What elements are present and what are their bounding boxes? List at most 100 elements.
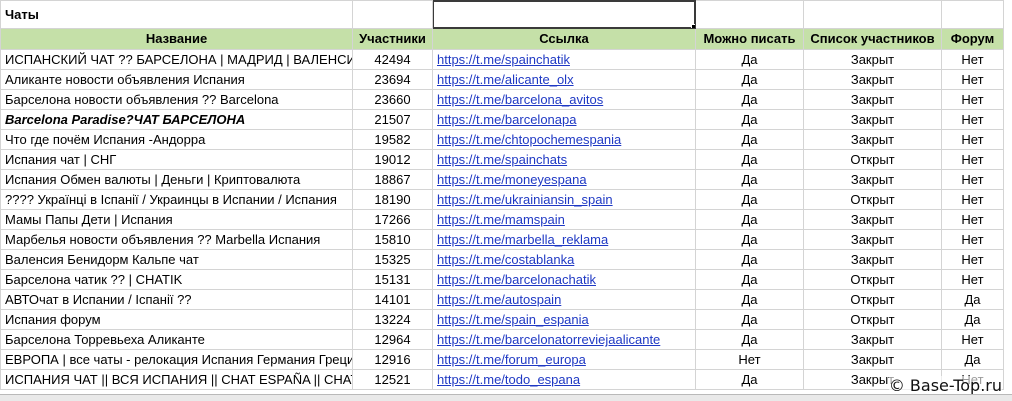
cell-members[interactable]: 12521 [352,369,433,390]
header-name[interactable]: Название [0,28,353,50]
cell-name[interactable]: Barcelona Paradise?ЧАТ БАРСЕЛОНА [0,109,353,130]
cell-members[interactable]: 21507 [352,109,433,130]
telegram-link[interactable]: https://t.me/barcelonapa [437,112,576,127]
cell-forum[interactable]: Нет [941,169,1004,190]
cell-link[interactable]: https://t.me/barcelonapa [432,109,696,130]
cell-members[interactable]: 15810 [352,229,433,250]
cell-members[interactable]: 42494 [352,49,433,70]
cell-members-list[interactable]: Закрыт [803,229,942,250]
cell-forum[interactable]: Нет [941,49,1004,70]
selected-cell[interactable] [432,0,696,29]
cell-link[interactable]: https://t.me/spainchatik [432,49,696,70]
cell-link[interactable]: https://t.me/spainchats [432,149,696,170]
cell-can-write[interactable]: Да [695,149,804,170]
cell-link[interactable]: https://t.me/barcelonachatik [432,269,696,290]
cell-members-list[interactable]: Закрыт [803,109,942,130]
cell-members[interactable]: 17266 [352,209,433,230]
cell-can-write[interactable]: Да [695,169,804,190]
telegram-link[interactable]: https://t.me/spainchatik [437,52,570,67]
cell-members[interactable]: 19582 [352,129,433,150]
cell-forum[interactable]: Да [941,289,1004,310]
header-link[interactable]: Ссылка [432,28,696,50]
cell-members-list[interactable]: Открыт [803,269,942,290]
header-members[interactable]: Участники [352,28,433,50]
cell-can-write[interactable]: Да [695,309,804,330]
sheet-title[interactable]: Чаты [0,0,353,29]
cell-can-write[interactable]: Да [695,69,804,90]
cell-name[interactable]: Аликанте новости объявления Испания [0,69,353,90]
empty-cell[interactable] [695,0,804,29]
cell-forum[interactable]: Нет [941,129,1004,150]
cell-name[interactable]: Мамы Папы Дети | Испания [0,209,353,230]
cell-forum[interactable]: Нет [941,329,1004,350]
cell-can-write[interactable]: Нет [695,349,804,370]
telegram-link[interactable]: https://t.me/barcelonatorreviejaalicante [437,332,660,347]
cell-can-write[interactable]: Да [695,269,804,290]
cell-forum[interactable]: Нет [941,69,1004,90]
cell-members-list[interactable]: Закрыт [803,249,942,270]
cell-forum[interactable]: Нет [941,189,1004,210]
cell-forum[interactable]: Да [941,309,1004,330]
cell-forum[interactable]: Нет [941,269,1004,290]
cell-name[interactable]: ИСПАНИЯ ЧАТ || ВСЯ ИСПАНИЯ || CHAT ESPAÑ… [0,369,353,390]
empty-cell[interactable] [803,0,942,29]
cell-can-write[interactable]: Да [695,89,804,110]
cell-forum[interactable]: Нет [941,109,1004,130]
cell-members-list[interactable]: Закрыт [803,89,942,110]
cell-members[interactable]: 12964 [352,329,433,350]
cell-can-write[interactable]: Да [695,129,804,150]
sheet-tab-strip[interactable] [0,394,1012,401]
cell-name[interactable]: Барселона новости объявления ?? Barcelon… [0,89,353,110]
cell-members-list[interactable]: Закрыт [803,209,942,230]
cell-forum[interactable]: Нет [941,249,1004,270]
telegram-link[interactable]: https://t.me/ukrainiansin_spain [437,192,613,207]
cell-name[interactable]: Испания чат | СНГ [0,149,353,170]
cell-forum[interactable]: Да [941,349,1004,370]
cell-members-list[interactable]: Открыт [803,309,942,330]
cell-link[interactable]: https://t.me/barcelonatorreviejaalicante [432,329,696,350]
cell-can-write[interactable]: Да [695,209,804,230]
header-can-write[interactable]: Можно писать [695,28,804,50]
cell-members[interactable]: 12916 [352,349,433,370]
cell-link[interactable]: https://t.me/alicante_olx [432,69,696,90]
cell-members[interactable]: 23660 [352,89,433,110]
cell-can-write[interactable]: Да [695,189,804,210]
cell-name[interactable]: ЕВРОПА | все чаты - релокация Испания Ге… [0,349,353,370]
cell-forum[interactable]: Нет [941,89,1004,110]
cell-link[interactable]: https://t.me/ukrainiansin_spain [432,189,696,210]
cell-name[interactable]: Барселона чатик ?? | CHATIK [0,269,353,290]
telegram-link[interactable]: https://t.me/marbella_reklama [437,232,608,247]
cell-name[interactable]: Что где почём Испания -Андорра [0,129,353,150]
cell-link[interactable]: https://t.me/barcelona_avitos [432,89,696,110]
cell-members-list[interactable]: Открыт [803,189,942,210]
cell-forum[interactable]: Нет [941,229,1004,250]
telegram-link[interactable]: https://t.me/spain_espania [437,312,589,327]
cell-link[interactable]: https://t.me/todo_espana [432,369,696,390]
cell-members[interactable]: 19012 [352,149,433,170]
cell-name[interactable]: Испания Обмен валюты | Деньги | Криптова… [0,169,353,190]
cell-members[interactable]: 13224 [352,309,433,330]
cell-can-write[interactable]: Да [695,249,804,270]
telegram-link[interactable]: https://t.me/spainchats [437,152,567,167]
telegram-link[interactable]: https://t.me/barcelona_avitos [437,92,603,107]
spreadsheet-grid[interactable]: Чаты Название Участники Ссылка Можно пис… [0,0,1004,390]
cell-can-write[interactable]: Да [695,289,804,310]
telegram-link[interactable]: https://t.me/costablanka [437,252,574,267]
cell-forum[interactable]: Нет [941,149,1004,170]
cell-link[interactable]: https://t.me/autospain [432,289,696,310]
header-members-list[interactable]: Список участников [803,28,942,50]
cell-name[interactable]: АВТОчат в Испании / Іспанії ?? [0,289,353,310]
cell-link[interactable]: https://t.me/moneyespana [432,169,696,190]
cell-forum[interactable]: Нет [941,209,1004,230]
cell-members-list[interactable]: Закрыт [803,329,942,350]
cell-members-list[interactable]: Открыт [803,289,942,310]
cell-can-write[interactable]: Да [695,369,804,390]
cell-name[interactable]: Марбелья новости объявления ?? Marbella … [0,229,353,250]
cell-members[interactable]: 18190 [352,189,433,210]
cell-name[interactable]: Валенсия Бенидорм Кальпе чат [0,249,353,270]
telegram-link[interactable]: https://t.me/todo_espana [437,372,580,387]
cell-members-list[interactable]: Закрыт [803,169,942,190]
cell-link[interactable]: https://t.me/costablanka [432,249,696,270]
cell-members-list[interactable]: Закрыт [803,69,942,90]
cell-name[interactable]: Барселона Торревьеха Аликанте [0,329,353,350]
